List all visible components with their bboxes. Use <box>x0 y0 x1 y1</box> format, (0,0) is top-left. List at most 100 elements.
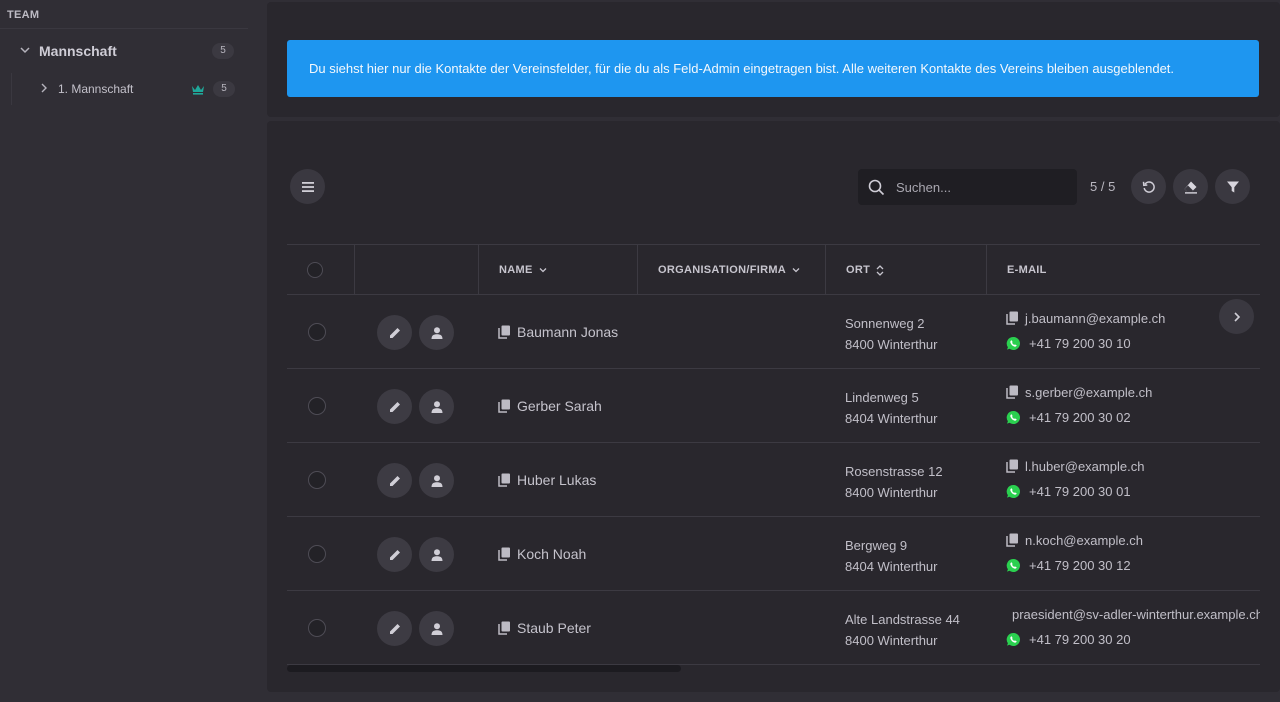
edit-button[interactable] <box>377 463 412 498</box>
table-header: NAME ORGANISATION/FIRMA ORT E-MAIL <box>287 245 1260 295</box>
ort-cell: Rosenstrasse 12 8400 Winterthur <box>845 461 943 503</box>
email-line: s.gerber@example.ch <box>1006 382 1260 402</box>
person-icon <box>431 548 442 561</box>
copy-icon[interactable] <box>498 473 511 487</box>
menu-icon <box>301 181 314 192</box>
phone-link[interactable]: +41 79 200 30 01 <box>1029 484 1131 499</box>
select-all-radio[interactable] <box>307 262 323 278</box>
phone-link[interactable]: +41 79 200 30 02 <box>1029 410 1131 425</box>
col-actions <box>354 245 478 295</box>
contacts-table: NAME ORGANISATION/FIRMA ORT E-MAIL Bauma… <box>287 244 1260 665</box>
edit-icon <box>389 327 400 338</box>
row-select-radio[interactable] <box>308 471 326 489</box>
chevron-down-icon <box>792 268 800 273</box>
row-select-radio[interactable] <box>308 545 326 563</box>
copy-icon[interactable] <box>498 547 511 561</box>
contacts-panel: 5 / 5 NAME ORGANISATION/FIRMA <box>267 121 1280 692</box>
profile-button[interactable] <box>419 389 454 424</box>
col-org[interactable]: ORGANISATION/FIRMA <box>637 245 825 295</box>
info-message: Du siehst hier nur die Kontakte der Vere… <box>287 40 1259 97</box>
email-cell: s.gerber@example.ch +41 79 200 30 02 <box>1006 382 1260 427</box>
tree-item-1-mannschaft[interactable]: 1. Mannschaft 5 <box>11 73 248 105</box>
profile-button[interactable] <box>419 463 454 498</box>
email-link[interactable]: l.huber@example.ch <box>1025 459 1144 474</box>
filter-button[interactable] <box>1215 169 1250 204</box>
contact-name[interactable]: Koch Noah <box>517 546 586 562</box>
email-link[interactable]: n.koch@example.ch <box>1025 533 1143 548</box>
table-row: Baumann Jonas Sonnenweg 2 8400 Winterthu… <box>287 295 1260 369</box>
eraser-icon <box>1184 181 1197 194</box>
crown-icon <box>192 85 204 95</box>
whatsapp-icon[interactable] <box>1006 410 1021 425</box>
edit-button[interactable] <box>377 537 412 572</box>
contact-name[interactable]: Staub Peter <box>517 620 591 636</box>
contact-name[interactable]: Huber Lukas <box>517 472 596 488</box>
table-row: Gerber Sarah Lindenweg 5 8404 Winterthur… <box>287 369 1260 443</box>
copy-icon[interactable] <box>1006 459 1019 473</box>
whatsapp-icon[interactable] <box>1006 558 1021 573</box>
phone-line: +41 79 200 30 02 <box>1006 407 1260 427</box>
street-text: Sonnenweg 2 <box>845 316 925 331</box>
phone-link[interactable]: +41 79 200 30 12 <box>1029 558 1131 573</box>
chevron-right-icon[interactable] <box>39 82 49 94</box>
contact-name[interactable]: Gerber Sarah <box>517 398 602 414</box>
menu-button[interactable] <box>290 169 325 204</box>
col-email[interactable]: E-MAIL <box>986 245 1260 295</box>
reset-button[interactable] <box>1131 169 1166 204</box>
sidebar: TEAM Mannschaft 5 1. Mannschaft 5 <box>0 0 248 702</box>
edit-button[interactable] <box>377 389 412 424</box>
edit-button[interactable] <box>377 315 412 350</box>
col-name[interactable]: NAME <box>478 245 637 295</box>
email-link[interactable]: s.gerber@example.ch <box>1025 385 1152 400</box>
copy-icon[interactable] <box>498 325 511 339</box>
profile-button[interactable] <box>419 537 454 572</box>
tree-group-mannschaft[interactable]: Mannschaft 5 <box>0 36 248 66</box>
phone-link[interactable]: +41 79 200 30 20 <box>1029 632 1131 647</box>
search-input[interactable] <box>896 177 1066 197</box>
scroll-right-button[interactable] <box>1219 299 1254 334</box>
copy-icon[interactable] <box>1006 533 1019 547</box>
phone-line: +41 79 200 30 10 <box>1006 333 1260 353</box>
col-org-label: ORGANISATION/FIRMA <box>658 264 786 276</box>
tree-group-label: Mannschaft <box>39 43 117 59</box>
row-select-radio[interactable] <box>308 619 326 637</box>
col-ort[interactable]: ORT <box>825 245 986 295</box>
email-cell: praesident@sv-adler-winterthur.example.c… <box>1006 604 1260 649</box>
copy-icon[interactable] <box>498 621 511 635</box>
email-link[interactable]: j.baumann@example.ch <box>1025 311 1165 326</box>
copy-icon[interactable] <box>1006 385 1019 399</box>
name-cell: Staub Peter <box>498 620 591 636</box>
chevron-down-icon[interactable] <box>19 44 31 56</box>
copy-icon[interactable] <box>498 399 511 413</box>
ort-cell: Lindenweg 5 8404 Winterthur <box>845 387 938 429</box>
street-text: Alte Landstrasse 44 <box>845 612 960 627</box>
horizontal-scrollbar[interactable] <box>287 665 681 672</box>
row-select-radio[interactable] <box>308 397 326 415</box>
contact-name[interactable]: Baumann Jonas <box>517 324 618 340</box>
city-text: 8404 Winterthur <box>845 559 938 574</box>
person-icon <box>431 400 442 413</box>
copy-icon[interactable] <box>1006 311 1019 325</box>
sidebar-header: TEAM <box>0 0 248 29</box>
result-count: 5 / 5 <box>1090 179 1116 194</box>
row-select-radio[interactable] <box>308 323 326 341</box>
phone-link[interactable]: +41 79 200 30 10 <box>1029 336 1131 351</box>
profile-button[interactable] <box>419 611 454 646</box>
col-email-label: E-MAIL <box>1007 264 1047 276</box>
email-cell: l.huber@example.ch +41 79 200 30 01 <box>1006 456 1260 501</box>
profile-button[interactable] <box>419 315 454 350</box>
city-text: 8404 Winterthur <box>845 411 938 426</box>
email-line: n.koch@example.ch <box>1006 530 1260 550</box>
whatsapp-icon[interactable] <box>1006 336 1021 351</box>
tree-item-label: 1. Mannschaft <box>58 82 134 96</box>
edit-button[interactable] <box>377 611 412 646</box>
whatsapp-icon[interactable] <box>1006 632 1021 647</box>
search-box[interactable] <box>858 169 1077 205</box>
edit-icon <box>389 623 400 634</box>
whatsapp-icon[interactable] <box>1006 484 1021 499</box>
clear-filter-button[interactable] <box>1173 169 1208 204</box>
email-link[interactable]: praesident@sv-adler-winterthur.example.c… <box>1012 607 1260 622</box>
table-row: Huber Lukas Rosenstrasse 12 8400 Wintert… <box>287 443 1260 517</box>
street-text: Rosenstrasse 12 <box>845 464 943 479</box>
name-cell: Baumann Jonas <box>498 324 618 340</box>
